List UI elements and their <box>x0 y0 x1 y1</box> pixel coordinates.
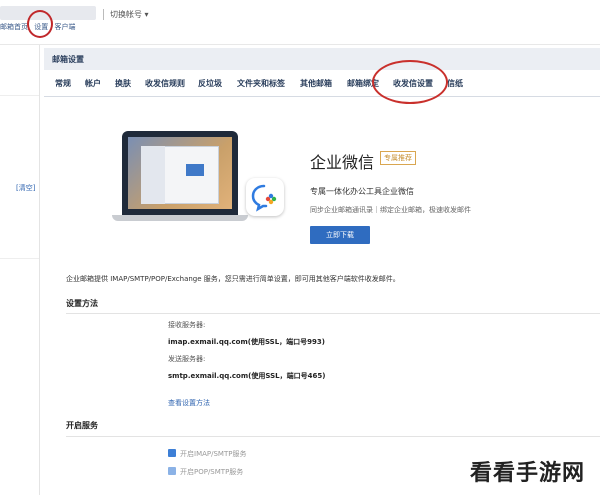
wecom-title: 企业微信 <box>310 153 375 172</box>
separator <box>103 9 104 20</box>
tab-general[interactable]: 常规 <box>55 78 71 89</box>
imap-checkbox[interactable] <box>168 449 176 457</box>
download-button[interactable]: 立即下载 <box>310 226 370 244</box>
left-sidebar <box>0 45 40 495</box>
pop-checkbox[interactable] <box>168 467 176 475</box>
divider <box>0 44 600 45</box>
mail-icon <box>186 164 204 176</box>
recommend-badge: 专属推荐 <box>380 151 416 165</box>
incoming-server-label: 接收服务器: <box>168 321 206 329</box>
switch-account-link[interactable]: 切换帐号 ▾ <box>110 9 149 20</box>
watermark-text: 看看手游网 <box>470 461 586 486</box>
tab-other-mailbox[interactable]: 其他邮箱 <box>300 78 332 89</box>
annotation-circle-tab <box>372 60 448 104</box>
section-title-service: 开启服务 <box>66 421 98 430</box>
pop-option-label: 开启POP/SMTP服务 <box>180 468 244 476</box>
wecom-logo-icon <box>246 178 284 216</box>
setup-method-link[interactable]: 查看设置方法 <box>168 398 210 408</box>
info-text: 企业邮箱提供 IMAP/SMTP/POP/Exchange 服务，您只需进行简单… <box>66 275 400 283</box>
page-title: 邮箱设置 <box>52 55 84 64</box>
clear-link[interactable]: [清空] <box>16 183 35 193</box>
laptop-base <box>112 215 248 221</box>
annotation-circle-settings <box>27 10 53 38</box>
app-window-sidebar <box>141 146 165 204</box>
tab-account[interactable]: 帐户 <box>85 78 101 89</box>
settings-header <box>44 48 600 70</box>
outgoing-server-label: 发送服务器: <box>168 355 206 363</box>
home-link[interactable]: 邮箱首页 <box>0 23 28 31</box>
divider <box>66 436 600 437</box>
tab-stationery[interactable]: 信纸 <box>447 78 463 89</box>
tab-mail-rules[interactable]: 收发信规则 <box>145 78 185 89</box>
tab-folders-labels[interactable]: 文件夹和标签 <box>237 78 285 89</box>
wecom-subtext: 同步企业邮箱通讯录｜绑定企业邮箱，极速收发邮件 <box>310 206 471 214</box>
tab-anti-spam[interactable]: 反垃圾 <box>198 78 222 89</box>
divider <box>44 96 600 97</box>
client-link[interactable]: 客户端 <box>54 23 75 31</box>
divider <box>0 95 39 96</box>
wecom-description: 专属一体化办公工具企业微信 <box>310 187 414 196</box>
outgoing-server-value: smtp.exmail.qq.com(使用SSL，端口号465) <box>168 372 326 380</box>
incoming-server-value: imap.exmail.qq.com(使用SSL，端口号993) <box>168 338 325 346</box>
divider <box>0 258 39 259</box>
section-title-method: 设置方法 <box>66 299 98 308</box>
tab-skin[interactable]: 换肤 <box>115 78 131 89</box>
divider <box>66 313 600 314</box>
imap-option-label: 开启IMAP/SMTP服务 <box>180 450 247 458</box>
